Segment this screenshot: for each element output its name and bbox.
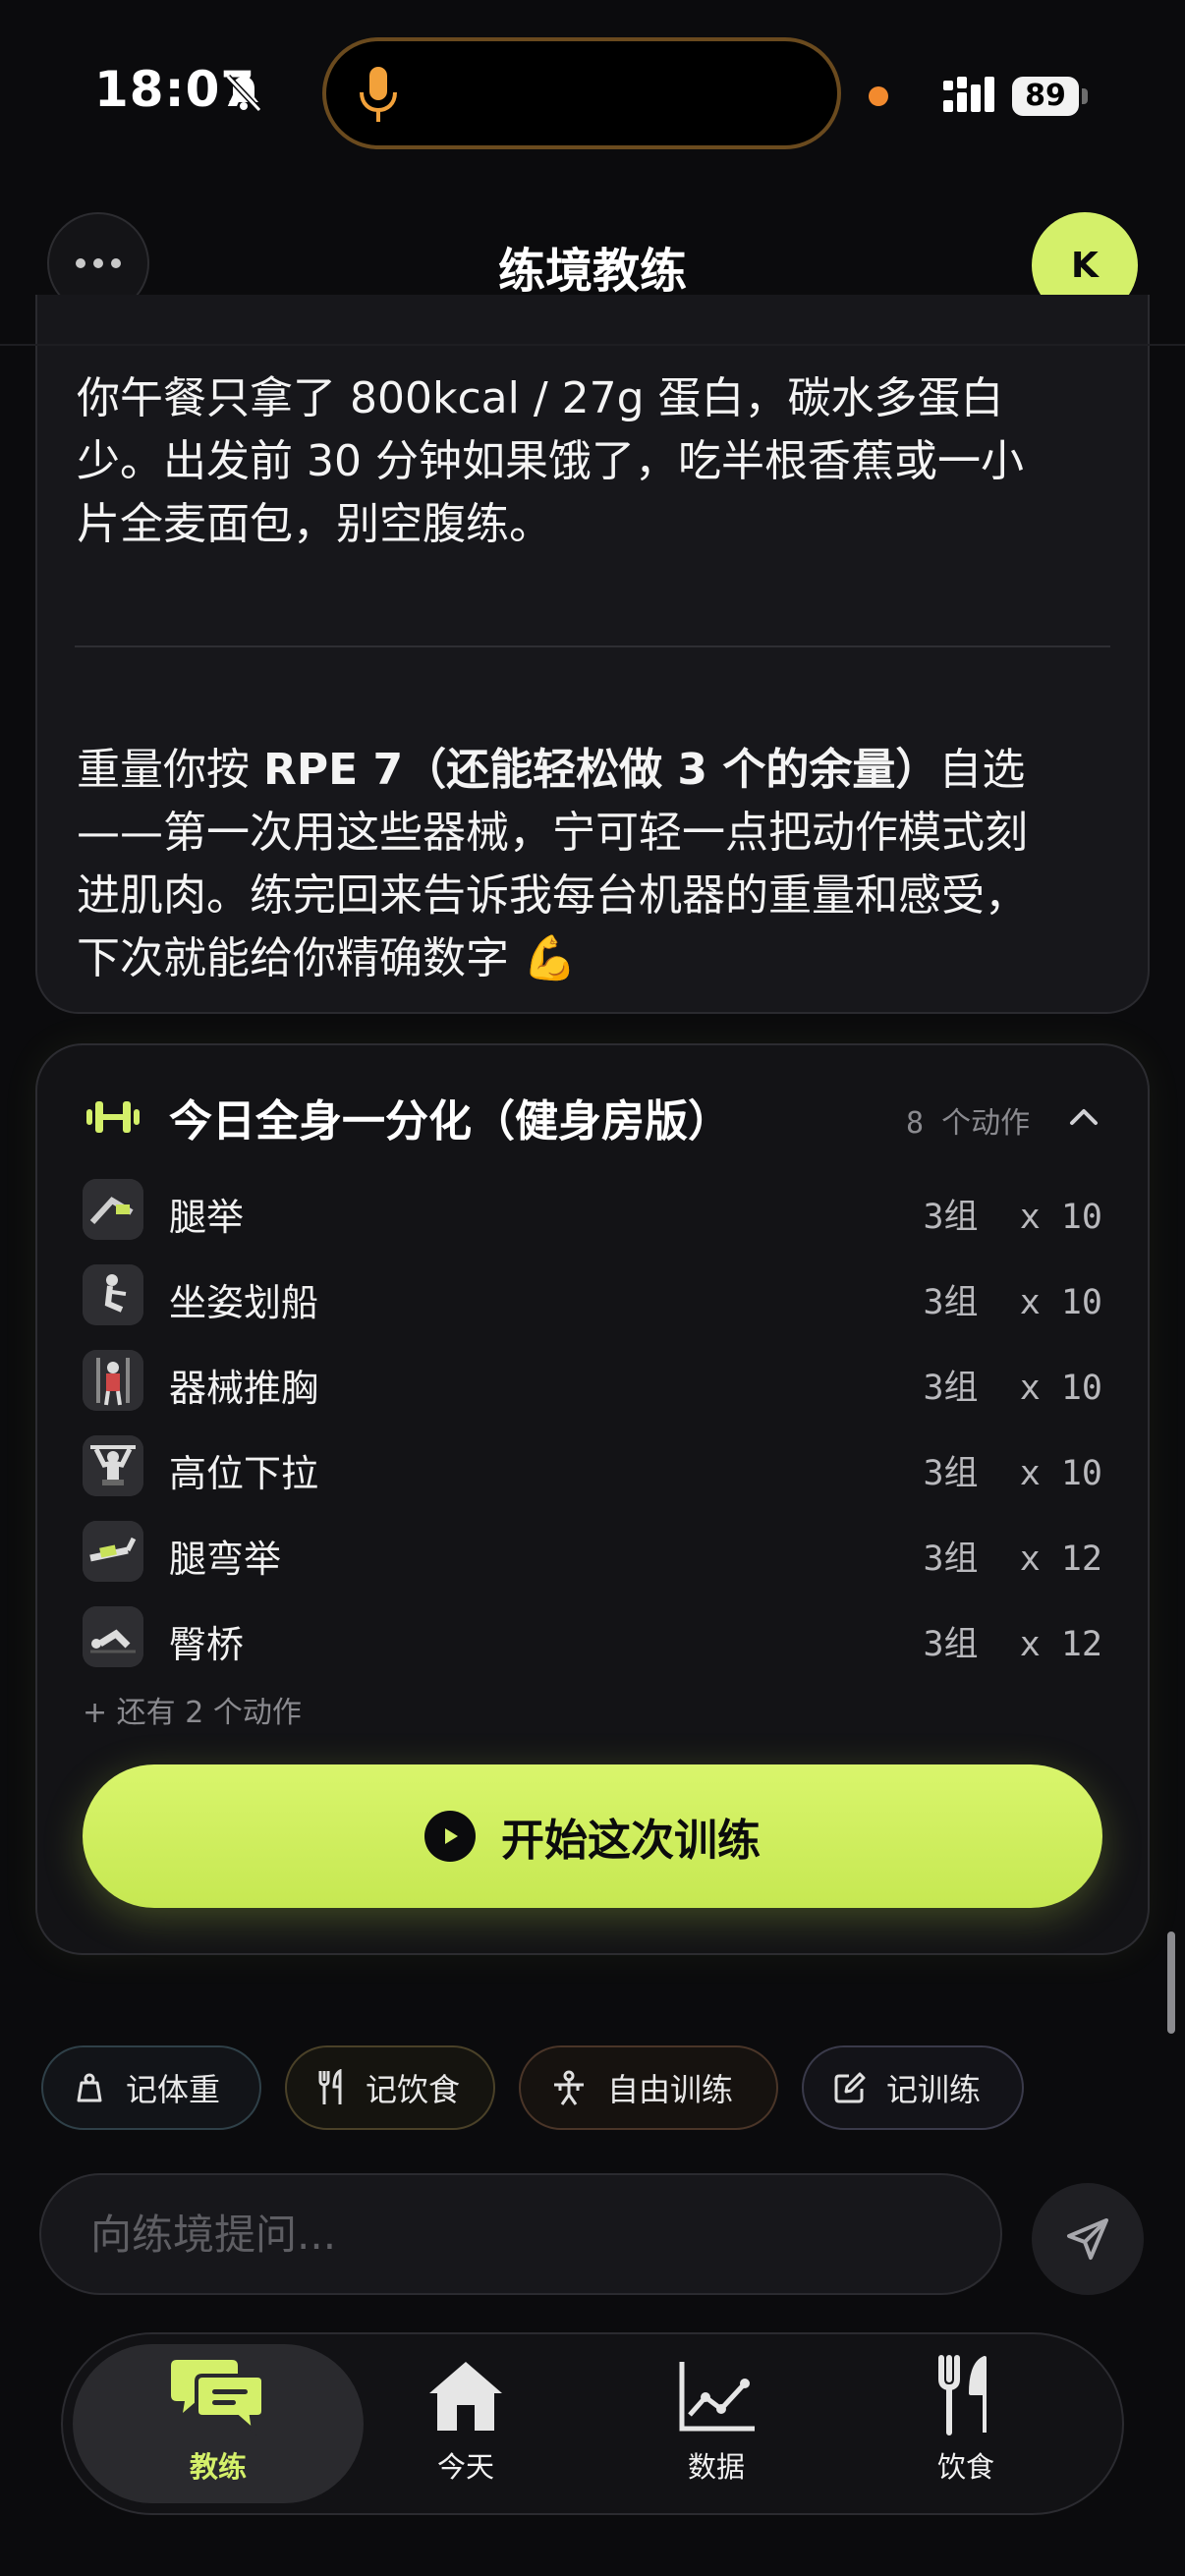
free-training-chip[interactable]: 自由训练 xyxy=(519,2045,778,2130)
send-button[interactable] xyxy=(1032,2183,1144,2295)
tab-data[interactable]: 数据 xyxy=(608,2354,824,2501)
message-text: 自选 xyxy=(938,745,1026,795)
start-workout-button[interactable]: 开始这次训练 xyxy=(83,1764,1102,1908)
exercise-name: 腿举 xyxy=(169,1196,245,1239)
battery-level: 89 xyxy=(1012,77,1079,116)
person-lifting-icon xyxy=(554,2070,584,2105)
ask-input-container xyxy=(39,2173,1002,2295)
tab-label: 今天 xyxy=(436,2450,494,2484)
microphone-icon xyxy=(360,67,397,122)
page-title: 练境教练 xyxy=(497,244,687,299)
header-divider xyxy=(0,344,1185,346)
message-line: 片全麦面包，别空腹练。 xyxy=(77,499,552,549)
tab-label: 教练 xyxy=(189,2450,247,2484)
exercise-sets: 3组 x 10 xyxy=(923,1198,1102,1237)
exercise-name: 腿弯举 xyxy=(169,1538,282,1581)
message-line: ——第一次用这些器械，宁可轻一点把动作模式刻 xyxy=(77,808,1028,858)
log-training-chip[interactable]: 记训练 xyxy=(802,2045,1024,2130)
seated-row-thumbnail xyxy=(83,1264,143,1325)
leg-press-thumbnail xyxy=(83,1179,143,1240)
lat-pulldown-thumbnail xyxy=(83,1435,143,1496)
exercise-row[interactable]: 高位下拉 3组 x 10 xyxy=(81,1433,1102,1502)
scrollbar[interactable] xyxy=(1167,1932,1175,2034)
exercise-sets: 3组 x 10 xyxy=(923,1454,1102,1493)
tab-label: 数据 xyxy=(687,2450,745,2484)
chip-label: 记训练 xyxy=(886,2071,982,2108)
exercise-sets: 3组 x 12 xyxy=(923,1625,1102,1664)
message-line: 进肌肉。练完回来告诉我每台机器的重量和感受， xyxy=(77,870,1028,921)
message-line: 重量你按 RPE 7（还能轻松做 3 个的余量）自选 xyxy=(77,739,1118,802)
exercise-row[interactable]: 臀桥 3组 x 12 xyxy=(81,1604,1102,1673)
log-food-chip[interactable]: 记饮食 xyxy=(285,2045,495,2130)
workout-title: 今日全身一分化（健身房版） xyxy=(169,1096,731,1147)
start-workout-label: 开始这次训练 xyxy=(501,1816,761,1866)
exercise-row[interactable]: 腿举 3组 x 10 xyxy=(81,1177,1102,1246)
exercise-row[interactable]: 腿弯举 3组 x 12 xyxy=(81,1519,1102,1588)
tab-today[interactable]: 今天 xyxy=(358,2354,574,2501)
message-line: 下次就能给你精确数字 💪 xyxy=(77,933,577,983)
chat-bubbles-icon xyxy=(171,2360,265,2436)
rpe-highlight: RPE 7（还能轻松做 3 个的余量） xyxy=(263,745,939,795)
log-weight-chip[interactable]: 记体重 xyxy=(41,2045,261,2130)
message-divider xyxy=(75,645,1110,647)
chest-press-thumbnail xyxy=(83,1350,143,1411)
send-icon xyxy=(1067,2218,1108,2260)
message-line: 少。出发前 30 分钟如果饿了，吃半根香蕉或一小 xyxy=(77,436,1024,486)
fork-knife-icon xyxy=(318,2069,342,2104)
exercise-count: 8 个动作 xyxy=(906,1106,1031,1141)
message-line: 你午餐只拿了 800kcal / 27g 蛋白，碳水多蛋白 xyxy=(77,373,1004,423)
exercise-name: 器械推胸 xyxy=(169,1367,319,1410)
play-icon xyxy=(424,1811,476,1862)
fork-knife-icon xyxy=(938,2355,987,2436)
line-chart-icon xyxy=(679,2362,755,2432)
exercise-name: 坐姿划船 xyxy=(169,1281,319,1324)
bell-muted-icon xyxy=(225,74,262,113)
tab-coach[interactable]: 教练 xyxy=(110,2354,326,2501)
home-icon xyxy=(429,2362,502,2431)
chip-label: 自由训练 xyxy=(607,2071,734,2108)
exercise-name: 臀桥 xyxy=(169,1623,245,1666)
edit-icon xyxy=(834,2072,866,2103)
recording-dot-icon xyxy=(869,86,888,106)
exercise-sets: 3组 x 10 xyxy=(923,1369,1102,1408)
exercise-sets: 3组 x 10 xyxy=(923,1283,1102,1322)
chip-label: 记饮食 xyxy=(366,2071,461,2108)
message-text: 重量你按 xyxy=(77,745,263,795)
chevron-up-icon[interactable] xyxy=(1067,1100,1100,1134)
exercise-name: 高位下拉 xyxy=(169,1452,319,1495)
weight-icon xyxy=(77,2073,102,2102)
glute-bridge-thumbnail xyxy=(83,1606,143,1667)
leg-curl-thumbnail xyxy=(83,1521,143,1582)
ask-input[interactable] xyxy=(41,2175,1000,2293)
more-exercises-link[interactable]: + 还有 2 个动作 xyxy=(83,1688,302,1731)
dumbbell-icon xyxy=(86,1101,140,1133)
tab-label: 饮食 xyxy=(936,2450,994,2484)
chip-label: 记体重 xyxy=(126,2071,221,2108)
exercise-row[interactable]: 器械推胸 3组 x 10 xyxy=(81,1348,1102,1417)
exercise-sets: 3组 x 12 xyxy=(923,1540,1102,1579)
exercise-row[interactable]: 坐姿划船 3组 x 10 xyxy=(81,1262,1102,1331)
tab-food[interactable]: 饮食 xyxy=(858,2354,1074,2501)
cellular-signal-icon xyxy=(943,77,994,112)
battery-cap xyxy=(1082,88,1088,104)
